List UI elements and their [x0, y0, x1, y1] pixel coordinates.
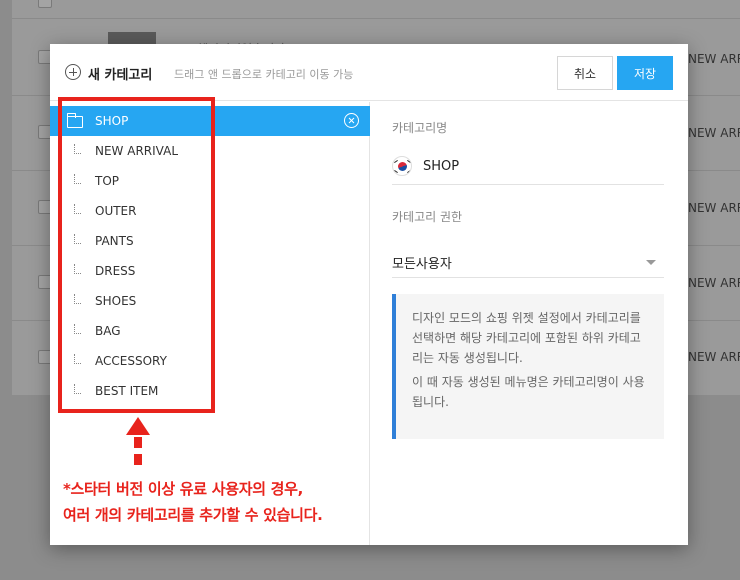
category-permission-label: 카테고리 권한: [392, 210, 463, 224]
annotation-text: *스타터 버전 이상 유료 사용자의 경우,: [63, 480, 304, 498]
bg-row-checkbox[interactable]: [38, 0, 52, 8]
plus-circle-icon: [65, 64, 81, 80]
permission-select[interactable]: 모든사용자: [392, 253, 452, 272]
arrow-dash: [134, 437, 142, 448]
save-button[interactable]: 저장: [617, 56, 673, 90]
arrow-up-icon: [126, 417, 150, 435]
info-text: 디자인 모드의 쇼핑 위젯 설정에서 카테고리를 선택하면 해당 카테고리에 포…: [412, 311, 641, 365]
category-name-input[interactable]: SHOP: [423, 159, 459, 174]
bg-category-label: NEW ARRIVAL: [688, 126, 740, 140]
name-input-underline: [392, 184, 664, 185]
info-text: 이 때 자동 생성된 메뉴명은 카테고리명이 사용됩니다.: [412, 375, 645, 409]
select-underline: [392, 277, 664, 278]
category-name-label: 카테고리명: [392, 121, 448, 135]
chevron-down-icon[interactable]: [646, 260, 656, 265]
bg-category-label: NEW ARRIVAL: [688, 350, 740, 364]
annotation-text: 여러 개의 카테고리를 추가할 수 있습니다.: [63, 506, 323, 524]
info-notice: 디자인 모드의 쇼핑 위젯 설정에서 카테고리를 선택하면 해당 카테고리에 포…: [392, 294, 664, 439]
highlight-box: [58, 97, 215, 413]
korean-flag-icon[interactable]: [392, 156, 412, 176]
arrow-dash: [134, 454, 142, 465]
drag-hint: 드래그 앤 드롭으로 카테고리 이동 가능: [174, 68, 354, 81]
modal-title: 새 카테고리: [88, 68, 153, 83]
bg-category-label: NEW ARRIVAL: [688, 201, 740, 215]
modal-header: 새 카테고리 드래그 앤 드롭으로 카테고리 이동 가능 취소 저장: [50, 44, 688, 101]
bg-category-label: NEW ARRIVAL: [688, 276, 740, 290]
bg-category-label: NEW ARRIVAL: [688, 52, 740, 66]
close-icon[interactable]: [344, 113, 359, 128]
bg-row-divider: [12, 18, 740, 19]
cancel-button[interactable]: 취소: [557, 56, 613, 90]
